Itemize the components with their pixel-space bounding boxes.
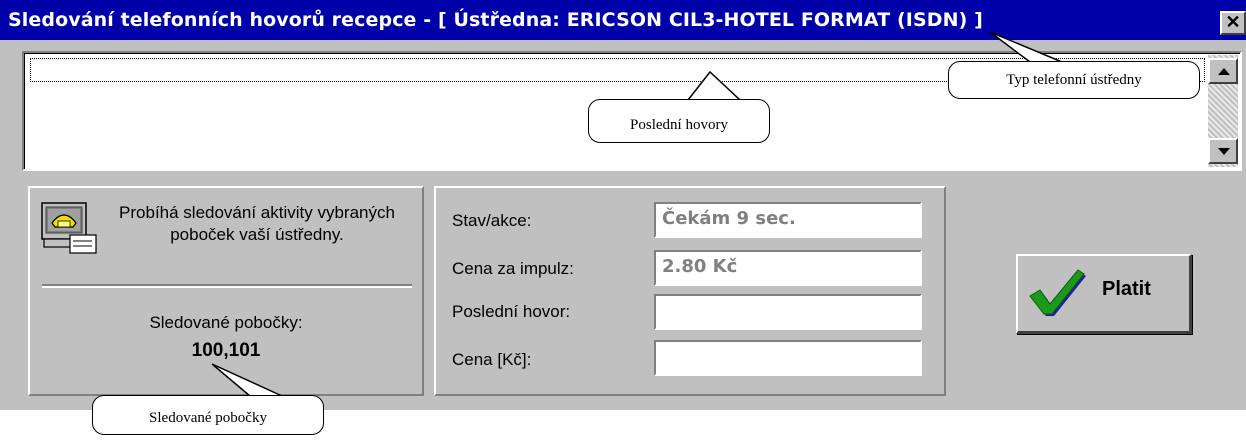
price-czk-field[interactable] [654,340,922,376]
arrow-up-icon [1218,68,1230,75]
impulse-price-field[interactable]: 2.80 Kč [654,250,922,286]
scroll-up-button[interactable] [1208,58,1238,84]
monitored-branches-value: 100,101 [191,340,261,361]
monitored-branches-label: Sledované pobočky: [149,313,303,332]
price-czk-label: Cena [Kč]: [452,350,532,369]
status-action-field[interactable]: Čekám 9 sec. [654,202,922,238]
arrow-down-icon [1218,148,1230,155]
callout-monitored-branches: Sledované pobočky [92,395,324,435]
pay-button[interactable]: Platit [1016,254,1192,334]
callout-switchboard-type: Typ telefonní ústředny [948,61,1200,99]
last-call-label: Poslední hovor: [452,302,571,321]
impulse-price-label: Cena za impulz: [452,259,574,278]
checkmark-icon [1029,269,1086,316]
callout-last-calls: Poslední hovory [588,99,770,143]
close-button[interactable]: ✕ [1220,11,1246,35]
telephone-computer-icon [41,202,97,254]
window-title: Sledování telefonních hovorů recepce - [… [8,9,983,31]
pay-button-label: Platit [1102,278,1151,300]
monitoring-info-text: Probíhá sledování aktivity vybraných pob… [119,203,395,244]
scroll-down-button[interactable] [1208,138,1238,164]
panel-divider [42,284,412,288]
last-call-field[interactable] [654,294,922,330]
status-action-label: Stav/akce: [452,211,532,230]
